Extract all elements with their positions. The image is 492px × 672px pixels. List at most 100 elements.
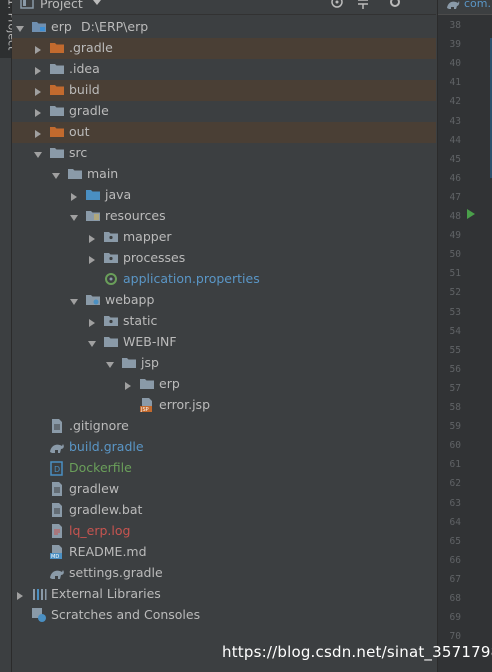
project-tool-tab[interactable]: 1: Project <box>0 0 18 58</box>
collapsed-arrow-icon[interactable] <box>87 253 97 264</box>
expanded-arrow-icon[interactable] <box>69 211 79 221</box>
collapsed-arrow-icon[interactable] <box>33 85 43 96</box>
project-view-selector[interactable]: Project <box>40 0 83 11</box>
collapsed-arrow-icon[interactable] <box>33 106 43 117</box>
gear-icon[interactable] <box>388 0 402 9</box>
tree-row-label: out <box>69 124 90 139</box>
folder-icon <box>49 61 65 77</box>
line-number: 38 <box>449 20 461 31</box>
md-file-icon: MD <box>49 544 65 560</box>
tree-row-label: gradlew.bat <box>69 502 143 517</box>
project-panel: Project erp D:\ERP\erp .gradle .idea build gr… <box>12 0 436 672</box>
tree-row[interactable]: java <box>12 185 436 206</box>
collapsed-arrow-icon[interactable] <box>87 316 97 327</box>
log-file-icon <box>49 523 65 539</box>
tree-row[interactable]: erp D:\ERP\erp <box>12 17 436 38</box>
tree-row[interactable]: .gitignore <box>12 416 436 437</box>
folder-source-icon <box>85 187 101 203</box>
tree-row[interactable]: gradlew <box>12 479 436 500</box>
folder-excluded-icon <box>49 82 65 98</box>
tree-row[interactable]: static <box>12 311 436 332</box>
tree-row[interactable]: WEB-INF <box>12 332 436 353</box>
folder-icon <box>121 355 137 371</box>
line-number: 40 <box>449 58 461 70</box>
line-number: 50 <box>449 249 461 261</box>
hide-panel-icon[interactable] <box>414 0 428 9</box>
folder-icon <box>139 376 155 392</box>
tree-row[interactable]: lq_erp.log <box>12 521 436 542</box>
editor-tab[interactable]: com. <box>438 0 492 15</box>
line-number: 51 <box>449 268 461 280</box>
svg-text:JSP: JSP <box>140 407 149 413</box>
tree-row[interactable]: erp <box>12 374 436 395</box>
line-number: 42 <box>449 96 461 108</box>
tree-row[interactable]: main <box>12 164 436 185</box>
tree-row[interactable]: settings.gradle <box>12 563 436 584</box>
tree-row-path: D:\ERP\erp <box>81 19 149 34</box>
tree-row-label: java <box>105 187 132 202</box>
line-number: 56 <box>449 363 461 375</box>
tree-row[interactable]: jsp <box>12 353 436 374</box>
tree-row[interactable]: resources <box>12 206 436 227</box>
tree-row[interactable]: .idea <box>12 59 436 80</box>
tree-row-label: build.gradle <box>69 439 144 454</box>
tree-row-label: webapp <box>105 292 155 307</box>
folder-web-icon <box>85 292 101 308</box>
collapsed-arrow-icon[interactable] <box>33 127 43 138</box>
tree-row-label: application.properties <box>123 271 260 286</box>
tree-row[interactable]: src <box>12 143 436 164</box>
expanded-arrow-icon[interactable] <box>51 169 61 179</box>
line-number: 43 <box>449 115 461 127</box>
collapsed-arrow-icon[interactable] <box>87 232 97 243</box>
tree-row-label: static <box>123 313 158 328</box>
tree-row-label: lq_erp.log <box>69 523 131 538</box>
line-number: 64 <box>449 516 461 528</box>
tree-row[interactable]: Scratches and Consoles <box>12 605 436 626</box>
run-gutter-icon[interactable] <box>467 209 475 219</box>
line-number: 67 <box>449 573 461 585</box>
tree-row-label: README.md <box>69 544 147 559</box>
tree-row[interactable]: gradlew.bat <box>12 500 436 521</box>
tree-row[interactable]: JSP error.jsp <box>12 395 436 416</box>
module-folder-icon <box>31 19 47 35</box>
tree-row[interactable]: gradle <box>12 101 436 122</box>
line-number: 46 <box>449 172 461 184</box>
line-number: 61 <box>449 459 461 471</box>
text-file-icon <box>49 481 65 497</box>
tree-row[interactable]: application.properties <box>12 269 436 290</box>
tree-row-label: WEB-INF <box>123 334 177 349</box>
tree-row-label: External Libraries <box>51 586 161 601</box>
tree-row[interactable]: build.gradle <box>12 437 436 458</box>
collapsed-arrow-icon[interactable] <box>123 379 133 390</box>
tree-row[interactable]: out <box>12 122 436 143</box>
collapsed-arrow-icon[interactable] <box>15 589 25 600</box>
line-number: 57 <box>449 382 461 394</box>
tree-row[interactable]: External Libraries <box>12 584 436 605</box>
properties-file-icon <box>103 271 119 287</box>
tree-row[interactable]: .gradle <box>12 38 436 59</box>
line-number: 54 <box>449 325 461 337</box>
locate-target-icon[interactable] <box>330 0 344 9</box>
expanded-arrow-icon[interactable] <box>105 358 115 368</box>
tree-row[interactable]: mapper <box>12 227 436 248</box>
collapsed-arrow-icon[interactable] <box>33 64 43 75</box>
tree-row[interactable]: MD README.md <box>12 542 436 563</box>
collapse-all-icon[interactable] <box>356 0 370 9</box>
tree-row[interactable]: processes <box>12 248 436 269</box>
line-number: 39 <box>449 39 461 51</box>
chevron-down-icon[interactable] <box>90 0 104 10</box>
tree-row[interactable]: build <box>12 80 436 101</box>
tree-row[interactable]: D Dockerfile <box>12 458 436 479</box>
tree-row-label: resources <box>105 208 166 223</box>
line-number: 55 <box>449 344 461 356</box>
expanded-arrow-icon[interactable] <box>69 295 79 305</box>
expanded-arrow-icon[interactable] <box>33 148 43 158</box>
tree-row-label: erp <box>159 376 180 391</box>
expanded-arrow-icon[interactable] <box>15 22 25 32</box>
tree-row[interactable]: webapp <box>12 290 436 311</box>
gradle-file-icon <box>49 565 65 581</box>
collapsed-arrow-icon[interactable] <box>33 43 43 54</box>
tool-window-strip: 1: Project <box>0 0 18 672</box>
collapsed-arrow-icon[interactable] <box>69 190 79 201</box>
expanded-arrow-icon[interactable] <box>87 337 97 347</box>
